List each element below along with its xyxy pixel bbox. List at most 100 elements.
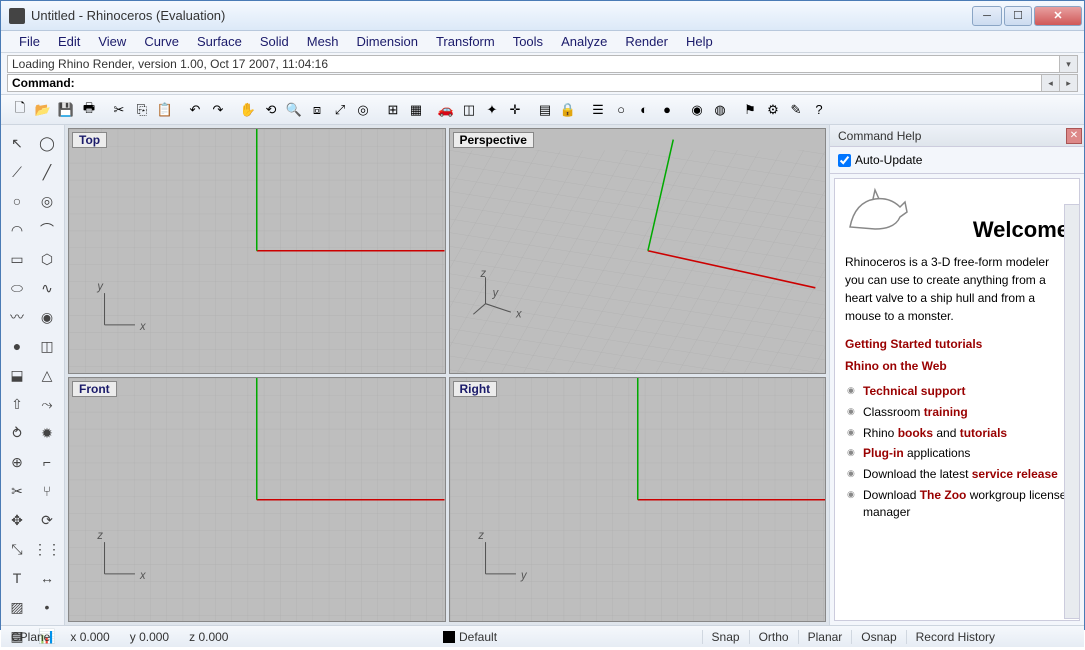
help-icon[interactable]: ? xyxy=(808,99,830,121)
status-toggle-planar[interactable]: Planar xyxy=(798,630,852,644)
menu-tools[interactable]: Tools xyxy=(505,32,551,51)
polygon-tool-icon[interactable]: ⬡ xyxy=(32,245,62,273)
auto-update-checkbox-label[interactable]: Auto-Update xyxy=(838,153,1076,167)
freeform-tool-icon[interactable]: 〰 xyxy=(3,303,31,331)
close-button[interactable]: ✕ xyxy=(1034,6,1082,26)
explode-tool-icon[interactable]: ✹ xyxy=(32,419,62,447)
viewport-perspective[interactable]: x z y Perspective xyxy=(449,128,827,374)
options-icon[interactable]: ⚑ xyxy=(739,99,761,121)
menu-dimension[interactable]: Dimension xyxy=(349,32,426,51)
set-view-icon[interactable]: ▦ xyxy=(405,99,427,121)
zoom-selected-icon[interactable]: ◎ xyxy=(352,99,374,121)
cplane-icon[interactable]: ◫ xyxy=(458,99,480,121)
split-tool-icon[interactable]: ⑂ xyxy=(32,477,62,505)
array-tool-icon[interactable]: ⋮⋮ xyxy=(32,535,62,563)
viewport-top[interactable]: x y Top xyxy=(68,128,446,374)
fillet-tool-icon[interactable]: ⌐ xyxy=(32,448,62,476)
paste-icon[interactable]: 📋 xyxy=(154,99,176,121)
lock-icon[interactable]: 🔒 xyxy=(557,99,579,121)
box-tool-icon[interactable]: ◫ xyxy=(32,332,62,360)
menu-solid[interactable]: Solid xyxy=(252,32,297,51)
web-link-item[interactable]: Classroom training xyxy=(845,402,1069,423)
redo-icon[interactable]: ↷ xyxy=(207,99,229,121)
curve-tool-icon[interactable]: ∿ xyxy=(32,274,62,302)
arrow-tool-icon[interactable]: ↖ xyxy=(3,129,31,157)
history-scroll-icon[interactable]: ▾ xyxy=(1059,56,1077,72)
cylinder-tool-icon[interactable]: ⬓ xyxy=(3,361,31,389)
zoom-extents-icon[interactable]: ⤢ xyxy=(329,99,351,121)
revolve-tool-icon[interactable]: ⥁ xyxy=(3,419,31,447)
cut-icon[interactable]: ✂ xyxy=(108,99,130,121)
viewport-label[interactable]: Right xyxy=(453,381,498,397)
xyz-icon[interactable]: ✦ xyxy=(481,99,503,121)
rotate-tool-icon[interactable]: ⟳ xyxy=(32,506,62,534)
status-toggle-record-history[interactable]: Record History xyxy=(906,630,1004,644)
line-tool-icon[interactable]: ╱ xyxy=(32,158,62,186)
web-link-item[interactable]: Plug-in applications xyxy=(845,443,1069,464)
viewport-label[interactable]: Perspective xyxy=(453,132,534,148)
menu-view[interactable]: View xyxy=(90,32,134,51)
cone-tool-icon[interactable]: △ xyxy=(32,361,62,389)
menu-help[interactable]: Help xyxy=(678,32,721,51)
sweep-tool-icon[interactable]: ⤳ xyxy=(32,390,62,418)
extrude-tool-icon[interactable]: ⇧ xyxy=(3,390,31,418)
viewport-right[interactable]: y z Right xyxy=(449,377,827,623)
viewport-front[interactable]: x z Front xyxy=(68,377,446,623)
status-layer[interactable]: Default xyxy=(433,630,507,644)
maximize-button[interactable]: ☐ xyxy=(1004,6,1032,26)
viewport-label[interactable]: Front xyxy=(72,381,117,397)
text-tool-icon[interactable]: T xyxy=(3,564,31,592)
web-link-item[interactable]: Download The Zoo workgroup license manag… xyxy=(845,485,1069,523)
help-panel-close-icon[interactable]: ✕ xyxy=(1066,128,1082,144)
new-icon[interactable]: 🗋 xyxy=(9,99,31,121)
menu-edit[interactable]: Edit xyxy=(50,32,88,51)
circle-tool-icon[interactable]: ○ xyxy=(3,187,31,215)
arc-tool-icon[interactable]: ◠ xyxy=(3,216,31,244)
command-input[interactable] xyxy=(79,76,1041,90)
rotate-view-icon[interactable]: ⟲ xyxy=(260,99,282,121)
hatch-tool-icon[interactable]: ▨ xyxy=(3,593,31,621)
ellipse-tool-icon[interactable]: ⬭ xyxy=(3,274,31,302)
status-toggle-osnap[interactable]: Osnap xyxy=(851,630,905,644)
scale-tool-icon[interactable]: ⤡ xyxy=(3,535,31,563)
menu-analyze[interactable]: Analyze xyxy=(553,32,615,51)
arc3-tool-icon[interactable]: ⌒ xyxy=(32,216,62,244)
menu-file[interactable]: File xyxy=(11,32,48,51)
command-next-icon[interactable]: ▸ xyxy=(1059,75,1077,91)
pan-icon[interactable]: ✋ xyxy=(237,99,259,121)
render-icon[interactable]: ◉ xyxy=(686,99,708,121)
print-icon[interactable]: 🖶 xyxy=(78,99,100,121)
spiral-tool-icon[interactable]: ◉ xyxy=(32,303,62,331)
menu-render[interactable]: Render xyxy=(617,32,676,51)
shade-render-icon[interactable]: ● xyxy=(656,99,678,121)
getting-started-link[interactable]: Getting Started tutorials xyxy=(845,337,1069,351)
lasso-tool-icon[interactable]: ◯ xyxy=(32,129,62,157)
viewport-label[interactable]: Top xyxy=(72,132,107,148)
dimension-tool-icon[interactable]: ↔ xyxy=(32,564,62,592)
zoom-dynamic-icon[interactable]: 🔍 xyxy=(283,99,305,121)
open-icon[interactable]: 📂 xyxy=(32,99,54,121)
trim-tool-icon[interactable]: ✂ xyxy=(3,477,31,505)
gear-icon[interactable]: ⚙ xyxy=(762,99,784,121)
auto-update-checkbox[interactable] xyxy=(838,154,851,167)
web-link-item[interactable]: Download the latest service release xyxy=(845,464,1069,485)
copy-icon[interactable]: ⎘ xyxy=(131,99,153,121)
web-link-item[interactable]: Technical support xyxy=(845,381,1069,402)
status-toggle-snap[interactable]: Snap xyxy=(702,630,749,644)
zoom-window-icon[interactable]: ⧈ xyxy=(306,99,328,121)
grid-icon[interactable]: ▤ xyxy=(534,99,556,121)
menu-transform[interactable]: Transform xyxy=(428,32,503,51)
polyline-tool-icon[interactable]: ⟋ xyxy=(3,158,31,186)
web-link-item[interactable]: Rhino books and tutorials xyxy=(845,423,1069,444)
layers-icon[interactable]: ☰ xyxy=(587,99,609,121)
menu-curve[interactable]: Curve xyxy=(136,32,187,51)
status-toggle-ortho[interactable]: Ortho xyxy=(749,630,798,644)
point-tool-icon[interactable]: • xyxy=(32,593,62,621)
render-preview-icon[interactable]: ◍ xyxy=(709,99,731,121)
sphere-tool-icon[interactable]: ● xyxy=(3,332,31,360)
axes-icon[interactable]: ✛ xyxy=(504,99,526,121)
undo-icon[interactable]: ↶ xyxy=(184,99,206,121)
car-icon[interactable]: 🚗 xyxy=(435,99,457,121)
shade-wire-icon[interactable]: ○ xyxy=(610,99,632,121)
command-prev-icon[interactable]: ◂ xyxy=(1041,75,1059,91)
